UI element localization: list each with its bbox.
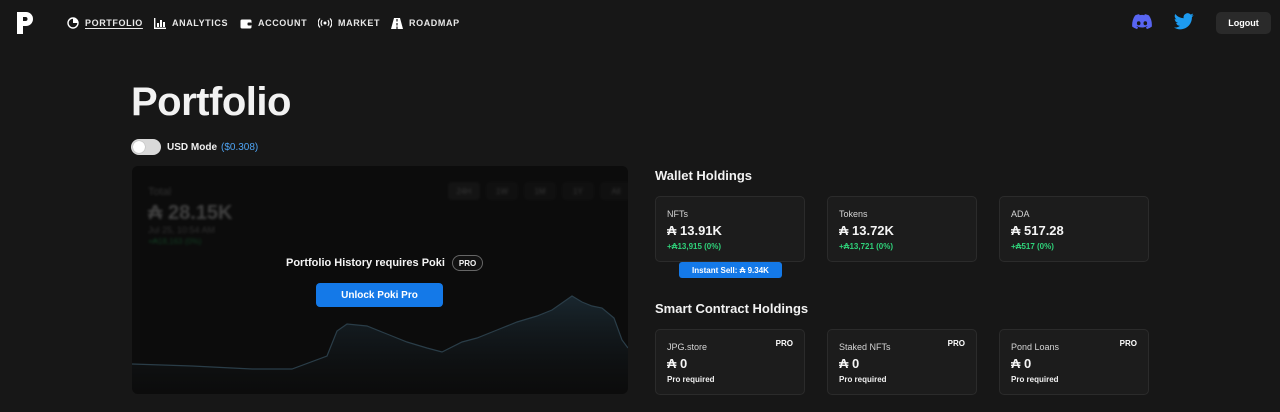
holding-card-nfts[interactable]: NFTs ₳ 13.91K +₳13,915 (0%) [655,196,805,262]
instant-sell-badge[interactable]: Instant Sell: ₳ 9.34K [679,262,782,278]
usd-mode-label: USD Mode [167,141,217,153]
contract-value: ₳ 0 [667,356,688,371]
page-title: Portfolio [131,80,291,124]
nav-analytics[interactable]: ANALYTICS [154,16,228,30]
logout-button[interactable]: Logout [1216,12,1271,34]
locked-message: Portfolio History requires Poki PRO [286,255,484,271]
contract-value: ₳ 0 [839,356,860,371]
discord-icon[interactable] [1132,14,1152,30]
usd-mode-row: USD Mode ($0.308) [131,139,258,155]
bar-chart-icon [154,17,166,29]
total-label: Total [148,186,172,198]
pro-badge: PRO [775,339,793,348]
nav-roadmap-label: ROADMAP [409,18,460,28]
range-all[interactable]: All [600,182,628,200]
twitter-icon[interactable] [1174,13,1194,30]
contract-label: Pond Loans [1011,342,1060,352]
nav-market[interactable]: MARKET [318,16,380,30]
contract-card-staked-nfts[interactable]: PRO Staked NFTs ₳ 0 Pro required [827,329,977,395]
unlock-pro-button[interactable]: Unlock Poki Pro [316,283,443,307]
nav-account-label: ACCOUNT [258,18,308,28]
contract-note: Pro required [1011,375,1059,384]
holding-value: ₳ 13.91K [667,223,722,238]
road-icon [391,17,403,29]
nav-portfolio[interactable]: PORTFOLIO [67,16,143,30]
range-24h[interactable]: 24H [448,182,480,200]
pie-chart-icon [67,17,79,29]
range-1m[interactable]: 1M [524,182,556,200]
range-1y[interactable]: 1Y [562,182,594,200]
holding-value: ₳ 517.28 [1011,223,1064,238]
blurred-chart-header: Total ₳ 28.15K Jul 25, 10:54 AM +₳18,163… [132,166,628,394]
contract-label: JPG.store [667,342,708,352]
holding-change: +₳517 (0%) [1011,242,1054,251]
smart-contract-holdings-title: Smart Contract Holdings [655,301,809,316]
holding-card-ada[interactable]: ADA ₳ 517.28 +₳517 (0%) [999,196,1149,262]
contract-note: Pro required [667,375,715,384]
contract-value: ₳ 0 [1011,356,1032,371]
top-nav: PORTFOLIO ANALYTICS ACCOUNT MARKET ROADM… [0,0,1280,46]
total-date: Jul 25, 10:54 AM [148,225,216,235]
usd-mode-toggle[interactable] [131,139,161,155]
holding-label: Tokens [839,209,868,219]
total-value: ₳ 28.15K [148,202,233,224]
holding-change: +₳13,721 (0%) [839,242,894,251]
nav-account[interactable]: ACCOUNT [240,16,307,30]
contract-card-pond-loans[interactable]: PRO Pond Loans ₳ 0 Pro required [999,329,1149,395]
contract-card-jpg-store[interactable]: PRO JPG.store ₳ 0 Pro required [655,329,805,395]
holding-value: ₳ 13.72K [839,223,894,238]
range-1w[interactable]: 1W [486,182,518,200]
range-selector: 24H 1W 1M 1Y All [448,182,628,200]
pro-badge: PRO [451,255,484,271]
pro-badge: PRO [1119,339,1137,348]
holding-change: +₳13,915 (0%) [667,242,722,251]
total-change: +₳18,163 (0%) [148,237,202,246]
nav-portfolio-label: PORTFOLIO [85,18,143,28]
nav-analytics-label: ANALYTICS [172,18,229,28]
nav-roadmap[interactable]: ROADMAP [391,16,460,30]
holding-label: ADA [1011,209,1030,219]
ada-price: ($0.308) [221,141,259,153]
contract-label: Staked NFTs [839,342,891,352]
nav-market-label: MARKET [338,18,381,28]
wallet-icon [240,19,252,28]
locked-message-text: Portfolio History requires Poki [286,257,445,269]
contract-note: Pro required [839,375,887,384]
broadcast-icon [318,18,332,28]
holding-label: NFTs [667,209,688,219]
holding-card-tokens[interactable]: Tokens ₳ 13.72K +₳13,721 (0%) [827,196,977,262]
pro-badge: PRO [947,339,965,348]
poki-logo-icon[interactable] [16,11,34,35]
portfolio-history-card: Total ₳ 28.15K Jul 25, 10:54 AM +₳18,163… [132,166,628,394]
wallet-holdings-title: Wallet Holdings [655,168,753,183]
